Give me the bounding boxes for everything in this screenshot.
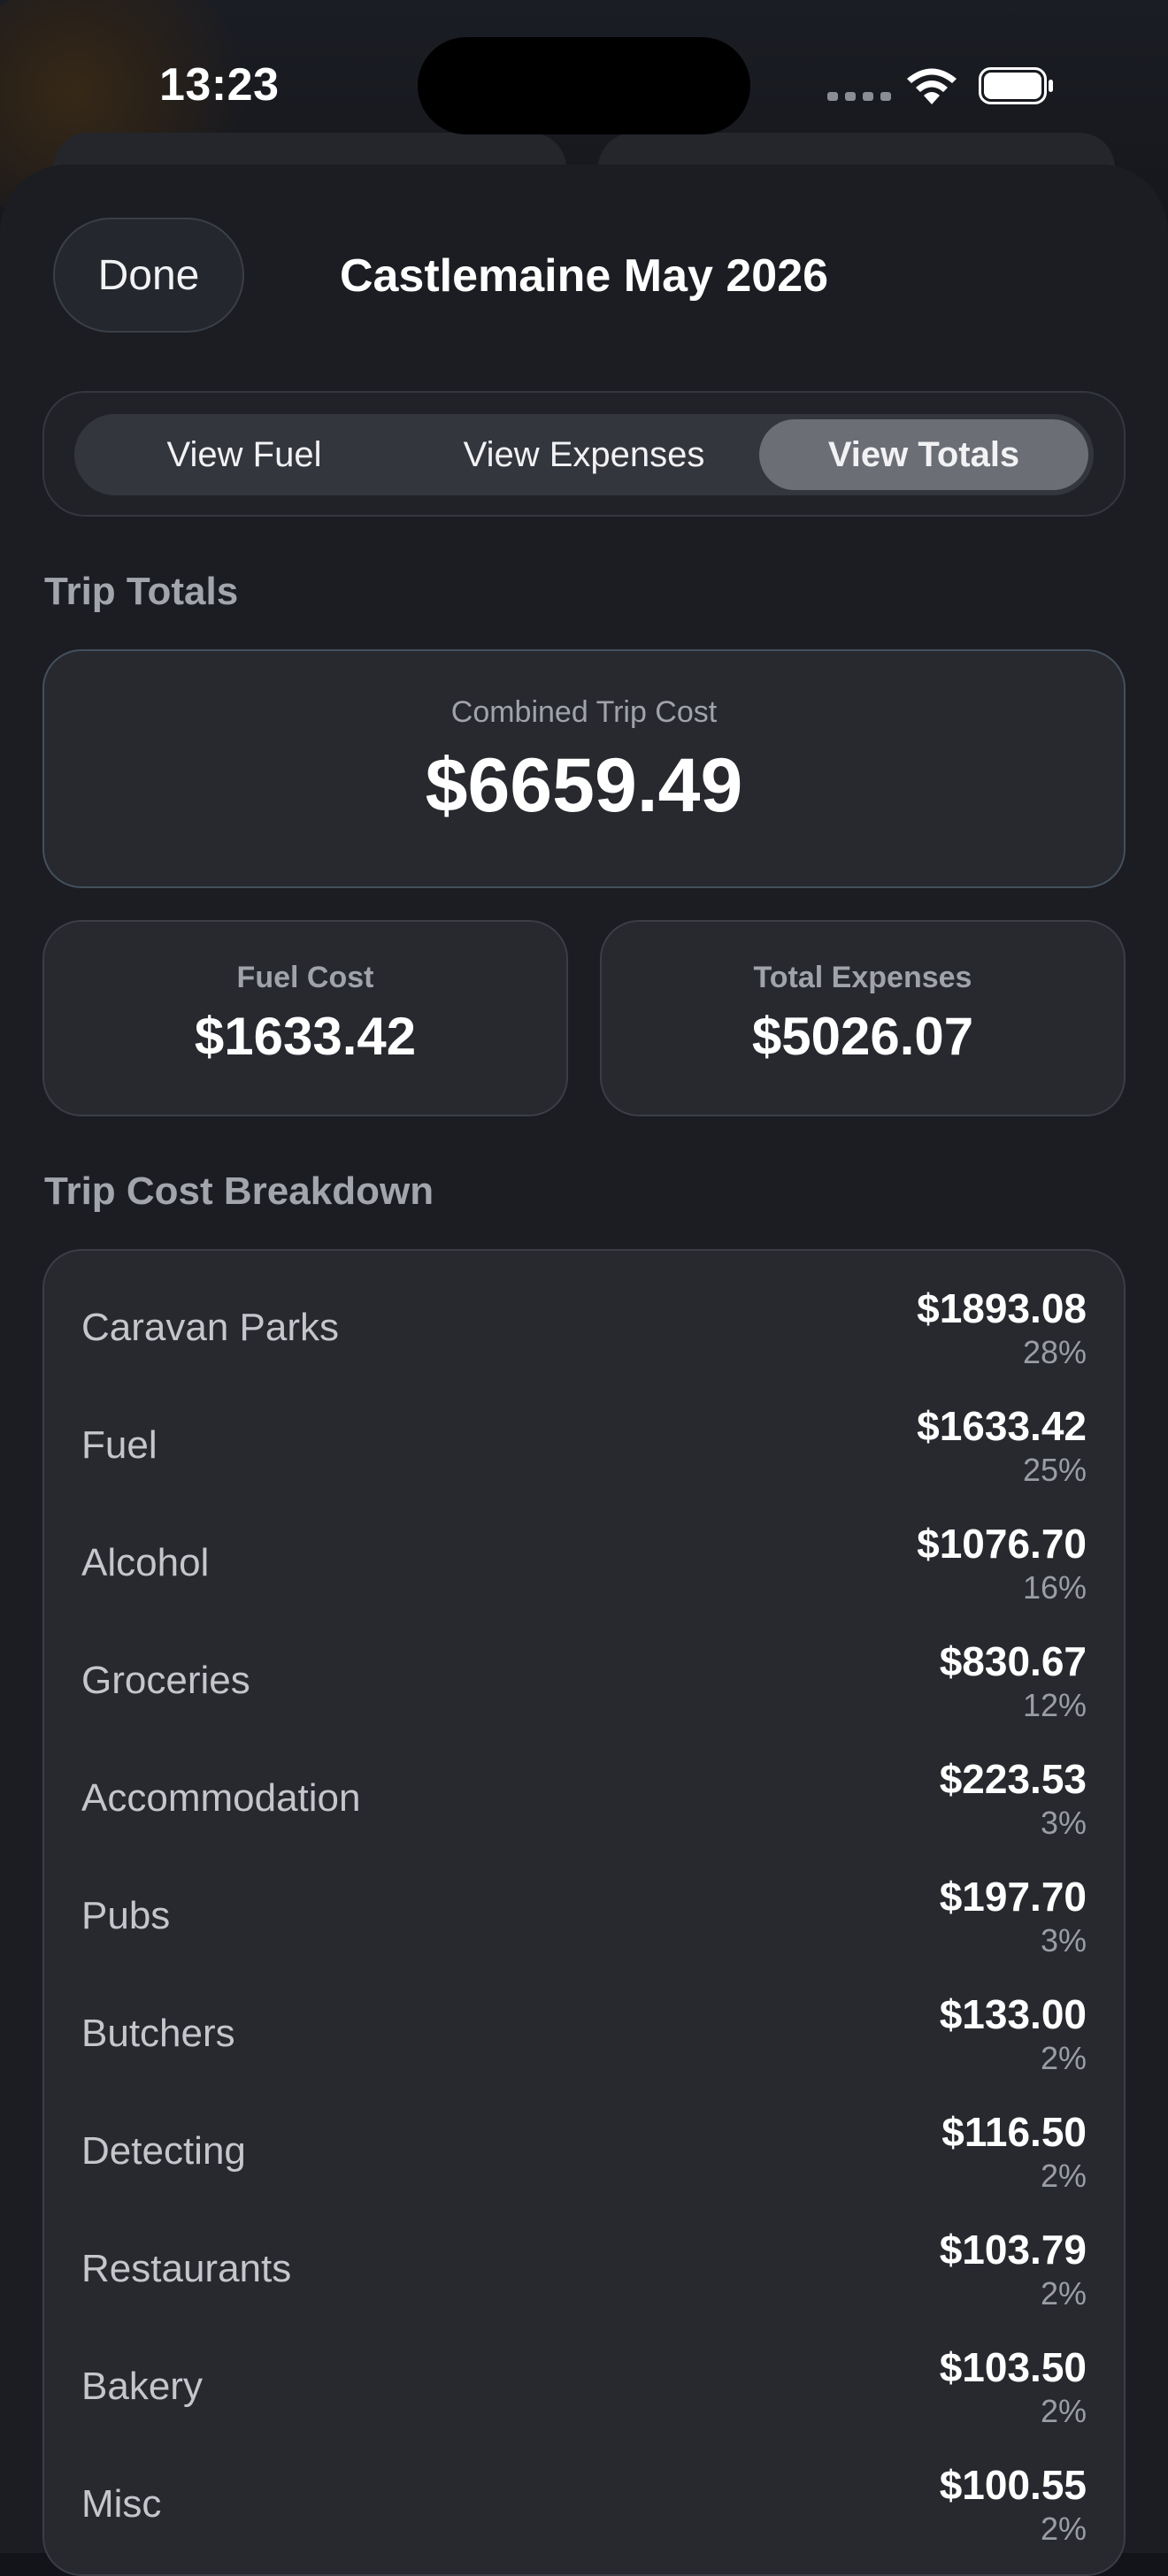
trip-cost-breakdown-heading: Trip Cost Breakdown [44, 1169, 434, 1213]
category-amount: $1893.08 [917, 1285, 1087, 1331]
list-item[interactable]: Pubs $197.70 3% [44, 1857, 1124, 1974]
category-name: Pubs [81, 1894, 171, 1937]
dynamic-island [418, 37, 750, 134]
category-name: Accommodation [81, 1776, 361, 1820]
combined-trip-cost-card: Combined Trip Cost $6659.49 [42, 649, 1126, 888]
list-item[interactable]: Accommodation $223.53 3% [44, 1739, 1124, 1857]
battery-icon [979, 67, 1053, 104]
list-item[interactable]: Detecting $116.50 2% [44, 2092, 1124, 2210]
category-name: Detecting [81, 2129, 246, 2173]
category-percent: 2% [1040, 2393, 1087, 2429]
tab-view-fuel[interactable]: View Fuel [80, 419, 409, 490]
list-item[interactable]: Alcohol $1076.70 16% [44, 1504, 1124, 1622]
category-percent: 16% [1022, 1569, 1087, 1606]
sheet-title: Castlemaine May 2026 [339, 250, 829, 302]
total-expenses-card: Total Expenses $5026.07 [600, 920, 1126, 1116]
list-item[interactable]: Butchers $133.00 2% [44, 1974, 1124, 2092]
list-item[interactable]: Fuel $1633.42 25% [44, 1386, 1124, 1504]
list-item[interactable]: Restaurants $103.79 2% [44, 2210, 1124, 2327]
category-percent: 2% [1040, 2040, 1087, 2076]
fuel-cost-card: Fuel Cost $1633.42 [42, 920, 568, 1116]
category-name: Alcohol [81, 1541, 210, 1584]
category-percent: 3% [1040, 1922, 1087, 1959]
category-amount: $103.79 [939, 2227, 1087, 2273]
trip-totals-heading: Trip Totals [44, 570, 239, 613]
category-name: Bakery [81, 2365, 203, 2408]
category-percent: 28% [1022, 1334, 1087, 1370]
status-bar: 13:23 [0, 0, 1168, 168]
total-expenses-value: $5026.07 [751, 1007, 974, 1066]
tab-view-totals[interactable]: View Totals [759, 419, 1088, 490]
category-percent: 12% [1022, 1687, 1087, 1723]
list-item[interactable]: Bakery $103.50 2% [44, 2327, 1124, 2445]
wifi-icon [907, 68, 957, 104]
combined-trip-cost-label: Combined Trip Cost [450, 695, 718, 729]
list-item[interactable]: Misc $100.55 2% [44, 2445, 1124, 2563]
category-percent: 2% [1040, 2511, 1087, 2547]
cellular-signal-icon [827, 92, 891, 101]
category-percent: 2% [1040, 2275, 1087, 2312]
category-name: Misc [81, 2482, 162, 2526]
category-name: Restaurants [81, 2247, 292, 2290]
category-name: Fuel [81, 1423, 158, 1467]
category-amount: $133.00 [939, 1991, 1087, 2037]
category-percent: 25% [1022, 1452, 1087, 1488]
view-segmented-control: View Fuel View Expenses View Totals [42, 391, 1126, 517]
trip-cost-breakdown-list: Caravan Parks $1893.08 28% Fuel $1633.42… [42, 1249, 1126, 2576]
fuel-cost-value: $1633.42 [194, 1007, 417, 1066]
trip-sheet: Done Castlemaine May 2026 View Fuel View… [0, 165, 1168, 2576]
segment-track: View Fuel View Expenses View Totals [74, 414, 1094, 495]
category-percent: 2% [1040, 2158, 1087, 2194]
category-name: Groceries [81, 1659, 250, 1702]
category-name: Butchers [81, 2012, 235, 2055]
category-amount: $1633.42 [917, 1403, 1087, 1449]
list-item[interactable]: Caravan Parks $1893.08 28% [44, 1269, 1124, 1386]
category-name: Caravan Parks [81, 1306, 340, 1349]
category-amount: $116.50 [941, 2109, 1087, 2155]
category-amount: $100.55 [939, 2462, 1087, 2508]
category-amount: $830.67 [939, 1638, 1087, 1684]
total-expenses-label: Total Expenses [753, 961, 972, 994]
category-amount: $103.50 [939, 2344, 1087, 2390]
tab-view-expenses[interactable]: View Expenses [419, 419, 749, 490]
combined-trip-cost-value: $6659.49 [425, 743, 743, 828]
category-amount: $223.53 [939, 1756, 1087, 1802]
category-amount: $197.70 [939, 1874, 1087, 1920]
fuel-cost-label: Fuel Cost [236, 961, 374, 994]
status-time: 13:23 [159, 59, 280, 111]
category-amount: $1076.70 [917, 1521, 1087, 1567]
category-percent: 3% [1040, 1805, 1087, 1841]
list-item[interactable]: Groceries $830.67 12% [44, 1622, 1124, 1739]
